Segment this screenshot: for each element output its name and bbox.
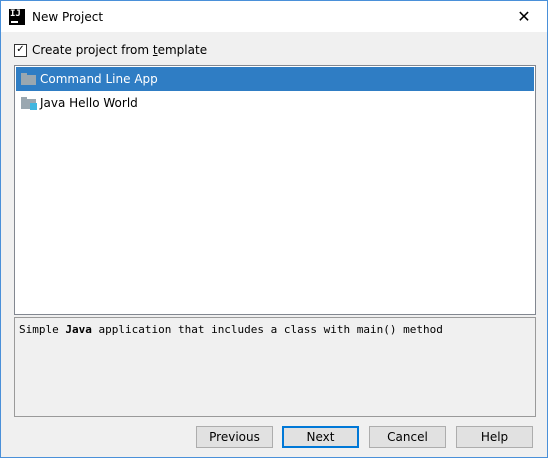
help-button[interactable]: Help xyxy=(456,426,533,448)
description-prefix: Simple xyxy=(19,323,66,336)
create-from-template-checkbox[interactable]: ✓ xyxy=(14,43,27,57)
template-description-panel: Simple Java application that includes a … xyxy=(14,317,536,417)
template-item-label: Java Hello World xyxy=(40,96,138,110)
title-bar: IJ New Project ✕ xyxy=(1,1,547,32)
template-item-java-hello-world[interactable]: Java Hello World xyxy=(16,91,534,115)
template-list[interactable]: Command Line App Java Hello World xyxy=(14,65,536,315)
label-prefix: Create project from xyxy=(32,43,153,57)
java-folder-icon xyxy=(21,97,37,110)
close-button[interactable]: ✕ xyxy=(501,1,547,32)
next-button[interactable]: Next xyxy=(282,426,359,448)
intellij-app-icon: IJ xyxy=(9,8,25,25)
create-from-template-label: Create project from template xyxy=(32,43,207,57)
checkmark-icon: ✓ xyxy=(16,44,25,55)
label-suffix: emplate xyxy=(157,43,208,57)
folder-icon xyxy=(21,73,36,85)
template-description: Simple Java application that includes a … xyxy=(19,323,443,336)
template-item-command-line-app[interactable]: Command Line App xyxy=(16,67,534,91)
new-project-dialog: IJ New Project ✕ ✓ Create project from t… xyxy=(0,0,548,458)
description-bold: Java xyxy=(65,323,92,336)
window-title: New Project xyxy=(32,9,104,24)
create-from-template-row[interactable]: ✓ Create project from template xyxy=(14,43,207,57)
app-icon-text: IJ xyxy=(10,8,21,19)
description-suffix: application that includes a class with m… xyxy=(91,323,443,336)
previous-button[interactable]: Previous xyxy=(196,426,273,448)
cancel-button[interactable]: Cancel xyxy=(369,426,446,448)
close-icon: ✕ xyxy=(517,7,531,26)
template-item-label: Command Line App xyxy=(40,72,158,86)
